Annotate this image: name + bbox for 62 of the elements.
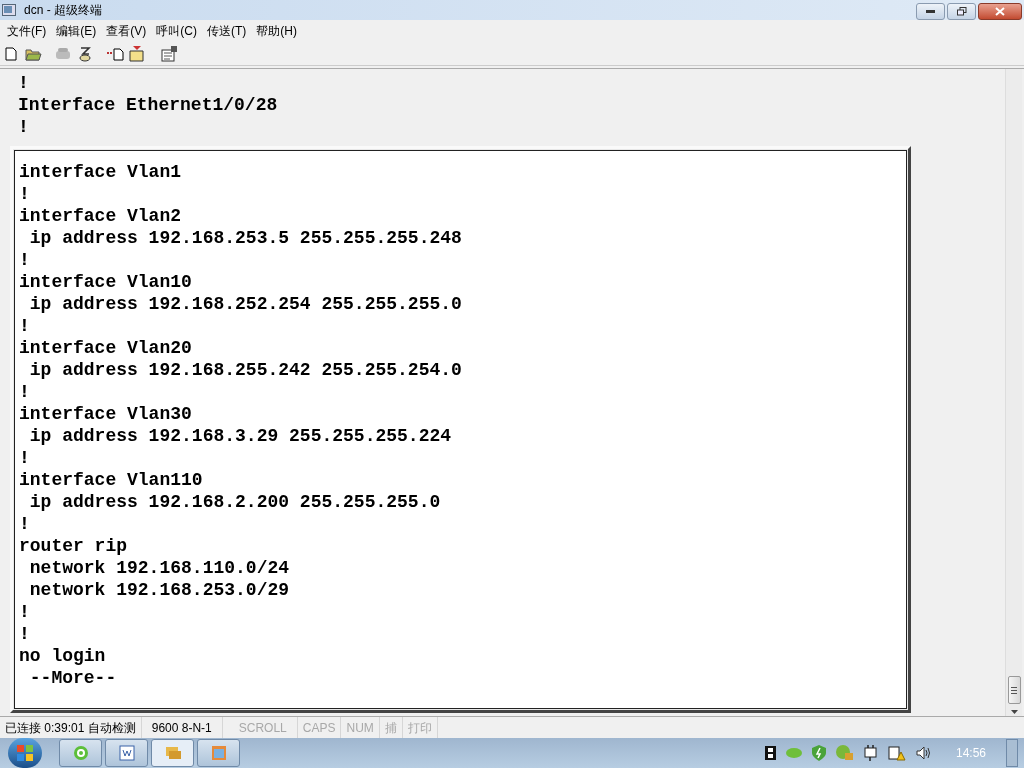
terminal-line: ! [18,72,29,94]
terminal-line: ip address 192.168.3.29 255.255.255.224 [28,425,452,447]
hang-up-telephone-icon[interactable] [76,44,94,63]
shield-icon[interactable] [811,745,826,761]
terminal-line: ! [19,315,30,337]
close-button[interactable] [978,2,1022,20]
document-taskbar-button[interactable] [105,739,148,767]
terminal-line: ! [19,623,30,645]
menu-item[interactable]: 传送(T) [202,22,252,40]
window-taskbar-button[interactable] [197,739,240,767]
terminal-line: interface Vlan10 [19,271,192,293]
menu-item[interactable]: 编辑(E) [51,22,102,40]
terminal-icon [2,4,16,16]
power-plug-icon[interactable] [863,745,878,761]
stacked-windows-taskbar-button[interactable] [151,739,194,767]
menu-item[interactable]: 查看(V) [101,22,152,40]
restore-button[interactable] [947,2,976,20]
browser-icon [72,745,89,761]
terminal-line: interface Vlan2 [19,205,182,227]
scrollbar-thumb[interactable] [1007,676,1021,704]
terminal-line: network 192.168.253.0/29 [28,579,290,601]
terminal-line: Interface Ethernet1/0/28 [18,94,278,116]
terminal-line: ! [19,601,30,623]
start-button[interactable] [8,738,42,768]
terminal-line: interface Vlan20 [19,337,192,359]
windows-logo-icon [16,744,34,762]
terminal-line: router rip [19,535,128,557]
window-icon [210,745,227,761]
terminal-line: ! [19,183,30,205]
menu-item[interactable]: 呼叫(C) [151,22,202,40]
film-icon[interactable] [764,746,776,760]
terminal-line: network 192.168.110.0/24 [28,557,290,579]
restore-icon [956,6,967,16]
terminal-line: interface Vlan30 [19,403,192,425]
terminal-line: no login [19,645,106,667]
terminal-line: ip address 192.168.2.200 255.255.255.0 [28,491,441,513]
terminal-line: ! [19,381,30,403]
receive-file-icon[interactable] [128,44,146,63]
minimize-button[interactable] [916,2,945,20]
document-icon [118,745,135,761]
terminal-line: ip address 192.168.255.242 255.255.254.0 [28,359,462,381]
vertical-scrollbar[interactable] [1005,69,1022,716]
speaker-icon[interactable] [915,746,932,760]
terminal-line: --More-- [28,667,117,689]
stacked-windows-icon [163,745,182,761]
terminal-line: ip address 192.168.253.5 255.255.255.248 [28,227,462,249]
terminal-line: interface Vlan110 [19,469,203,491]
terminal-line: ! [19,249,30,271]
menu-item[interactable]: 帮助(H) [251,22,302,40]
terminal-line: ! [19,513,30,535]
new-file-icon[interactable] [2,44,20,63]
properties-icon[interactable] [160,44,178,63]
terminal-line: ! [19,447,30,469]
terminal-line: ! [18,116,29,138]
scroll-down-arrow-icon[interactable] [1010,710,1018,714]
browser-taskbar-button[interactable] [59,739,102,767]
menu-item[interactable]: 文件(F) [2,22,52,40]
window-title: dcn - 超级终端 [24,2,102,19]
network-warning-icon[interactable] [887,745,906,761]
terminal-line: ip address 192.168.252.254 255.255.255.0 [28,293,462,315]
terminal-line: interface Vlan1 [19,161,182,183]
close-icon [995,6,1005,16]
